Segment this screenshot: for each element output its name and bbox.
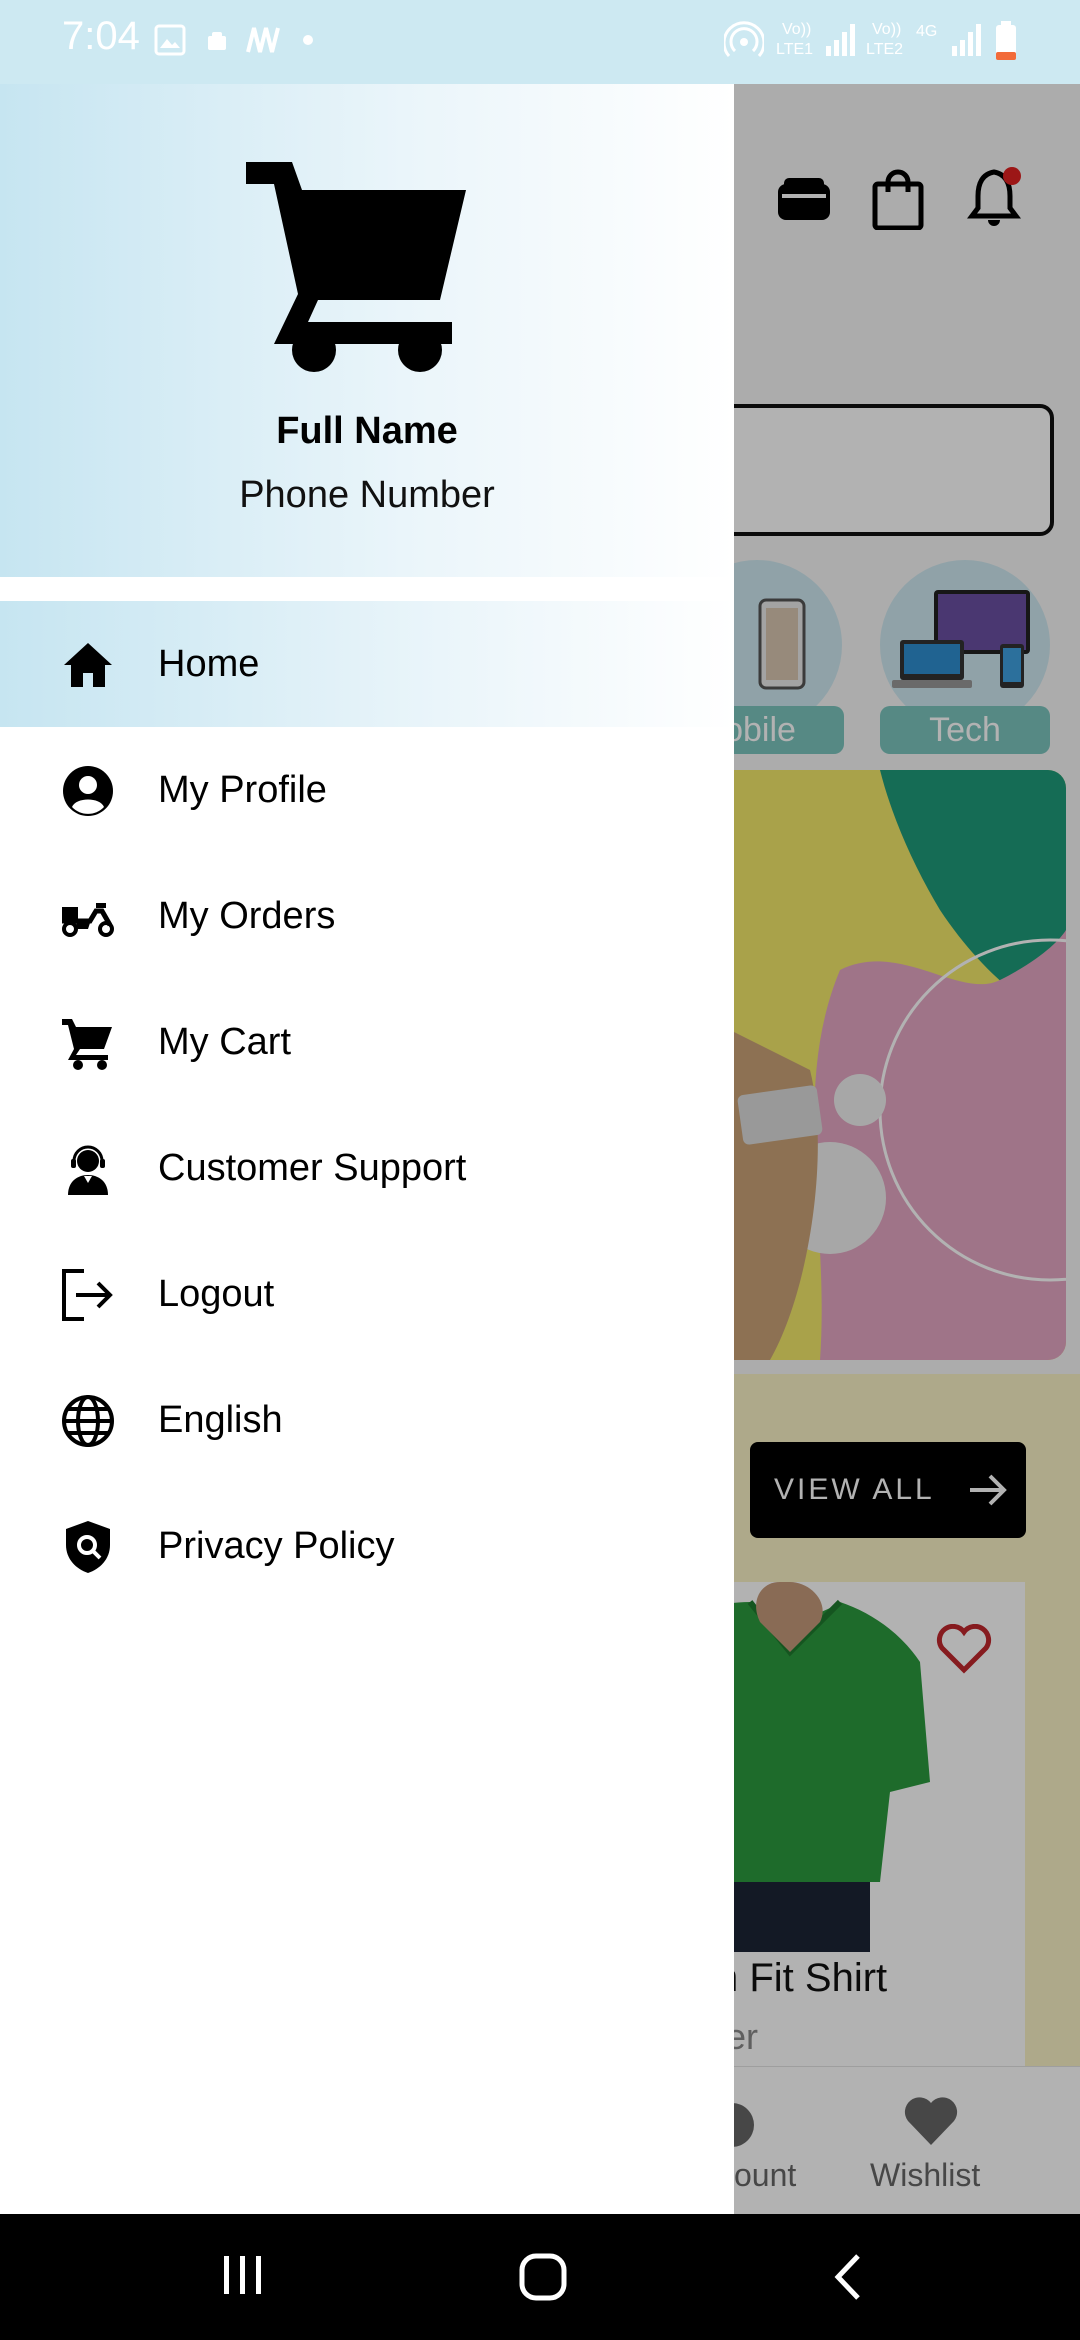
menu-label-my-cart: My Cart (158, 1021, 291, 1063)
menu-item-privacy-policy[interactable]: Privacy Policy (0, 1483, 734, 1609)
sim1-sub: LTE1 (776, 41, 814, 58)
menu-item-logout[interactable]: Logout (0, 1231, 734, 1357)
sim1-label: Vo)) (782, 21, 812, 38)
menu-item-home[interactable]: Home (0, 601, 734, 727)
menu-label-home: Home (158, 643, 260, 685)
privacy-shield-icon (66, 1521, 110, 1573)
drawer-header: Full Name Phone Number (0, 84, 734, 577)
back-icon[interactable] (830, 2252, 866, 2302)
menu-label-my-profile: My Profile (158, 769, 327, 811)
menu-label-privacy-policy: Privacy Policy (158, 1525, 395, 1567)
signal-icon-2 (952, 24, 981, 56)
menu-item-customer-support[interactable]: Customer Support (0, 1105, 734, 1231)
cart-icon (62, 1019, 112, 1070)
network-type: 4G (916, 23, 938, 40)
home-icon (64, 643, 112, 687)
status-bar: 7:04 Vo)) LTE1 Vo)) LTE2 4G (0, 0, 1080, 84)
user-phone-number: Phone Number (239, 474, 495, 516)
paytm-icon (246, 27, 280, 53)
delivery-scooter-icon (62, 903, 114, 937)
menu-item-my-profile[interactable]: My Profile (0, 727, 734, 853)
sim2-sub: LTE2 (866, 41, 904, 58)
shopping-cart-icon (246, 162, 466, 372)
sim2-label: Vo)) (872, 21, 902, 38)
battery-icon (996, 21, 1016, 60)
user-full-name: Full Name (276, 410, 458, 452)
system-navigation-bar (0, 2214, 1080, 2340)
status-time: 7:04 (62, 14, 140, 58)
menu-item-my-cart[interactable]: My Cart (0, 979, 734, 1105)
support-agent-icon (68, 1145, 108, 1195)
hotspot-icon (724, 21, 764, 57)
logout-icon (62, 1269, 113, 1321)
account-circle-icon (63, 766, 113, 816)
menu-label-logout: Logout (158, 1273, 275, 1315)
home-button-icon[interactable] (518, 2252, 568, 2302)
menu-item-my-orders[interactable]: My Orders (0, 853, 734, 979)
gallery-icon (154, 24, 186, 56)
globe-icon (62, 1395, 114, 1447)
signal-icon (826, 24, 855, 56)
notification-app-icon (208, 32, 226, 50)
menu-item-language[interactable]: English (0, 1357, 734, 1483)
menu-label-my-orders: My Orders (158, 895, 336, 937)
recent-apps-icon[interactable] (220, 2252, 266, 2298)
dot-icon (303, 35, 313, 45)
menu-label-english: English (158, 1399, 283, 1441)
navigation-drawer: Full Name Phone Number Home My Profile M… (0, 84, 734, 2214)
menu-label-customer-support: Customer Support (158, 1147, 467, 1189)
